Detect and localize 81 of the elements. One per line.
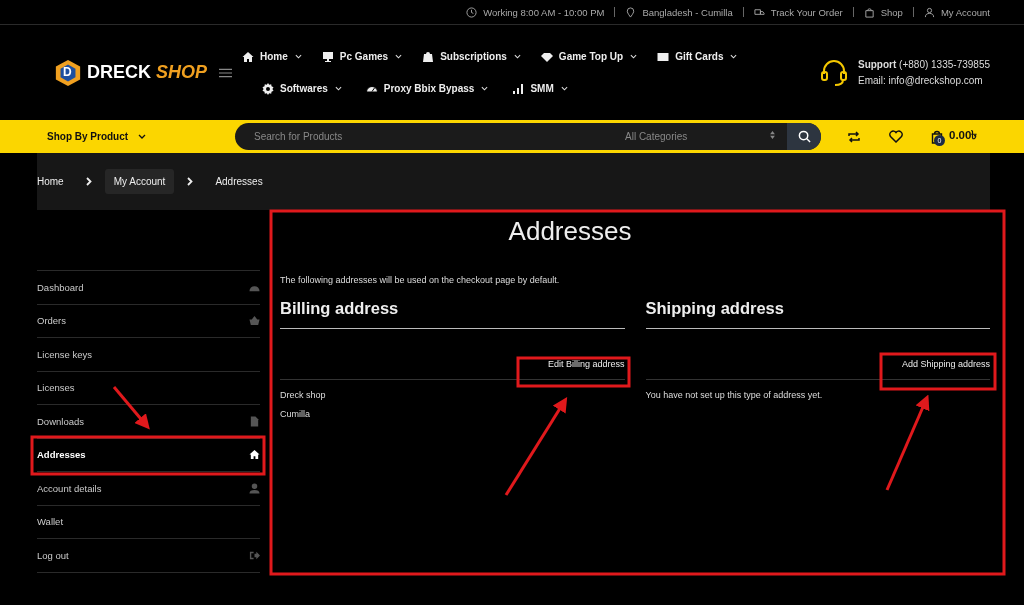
nav-menu-item[interactable]: Softwares: [262, 82, 342, 95]
bar-chart-icon: [512, 82, 525, 95]
breadcrumb-link[interactable]: Addresses: [206, 169, 272, 194]
chevron-right-icon: [187, 177, 194, 186]
shop-by-product-dropdown[interactable]: Shop By Product: [47, 131, 197, 142]
logo-hexagon-icon: [54, 58, 82, 87]
search-field[interactable]: Search for Products: [235, 130, 625, 143]
file-icon: [249, 415, 260, 427]
address-text: You have not set up this type of address yet.: [645, 390, 824, 400]
sidebar-menu-item[interactable]: Account details: [37, 472, 260, 506]
category-select[interactable]: All Categories: [625, 131, 787, 142]
clock-icon: [466, 6, 478, 18]
sidebar-menu-item[interactable]: License keys: [37, 338, 260, 372]
address-text: Cumilla: [280, 409, 311, 419]
caret-icon: [630, 54, 638, 59]
diamond-icon: [540, 50, 553, 63]
caret-icon: [481, 86, 489, 91]
caret-icon: [730, 54, 738, 59]
sidebar-menu-item[interactable]: Dashboard: [37, 271, 260, 305]
logo-letter: D: [63, 64, 72, 79]
search-button[interactable]: [787, 123, 821, 150]
chevron-right-icon: [85, 177, 92, 186]
sidebar-menu-item[interactable]: Downloads: [37, 405, 260, 439]
breadcrumb-link[interactable]: My Account: [104, 169, 175, 194]
sidebar-menu-item[interactable]: Orders: [37, 304, 260, 338]
user-icon: [249, 482, 260, 494]
sidebar-menu-item[interactable]: Licenses: [37, 371, 260, 405]
basket-icon: [249, 315, 260, 327]
house-icon: [242, 50, 254, 63]
intro-text: The following addresses will be used on the checkout page by default.: [280, 275, 561, 285]
nav-menu-item[interactable]: Gift Cards: [657, 50, 738, 63]
breadcrumb-link[interactable]: Home: [37, 169, 73, 194]
shopping-bag-icon: [422, 50, 435, 63]
nav-menu-item[interactable]: SMM: [512, 82, 568, 95]
topbar-link[interactable]: Shop: [880, 6, 903, 18]
card-icon: [657, 50, 670, 63]
cart-total[interactable]: 0.00৳: [949, 127, 978, 146]
topbar-link[interactable]: My Account: [940, 6, 990, 18]
logo-text[interactable]: SHOP: [156, 62, 208, 83]
headset-icon: [820, 57, 848, 88]
sidebar-menu-item[interactable]: Log out: [37, 539, 260, 573]
heart-icon[interactable]: [889, 130, 903, 143]
bag-icon: [863, 6, 875, 18]
nav-menu-item[interactable]: Home: [242, 50, 302, 63]
support-phone: Support (+880) 1335-739855: [858, 59, 990, 70]
up-down-arrows-icon: [770, 131, 775, 139]
gear-icon: [262, 82, 274, 95]
topbar-link[interactable]: Working 8:00 AM - 10:00 PM: [483, 6, 605, 18]
page-title: Addresses: [507, 216, 633, 247]
support-email: Email: info@dreckshop.com: [858, 75, 984, 86]
topbar-link[interactable]: Bangladesh - Cumilla: [642, 6, 733, 18]
address-action-link[interactable]: Edit Billing address: [547, 359, 625, 369]
house-icon: [249, 449, 260, 461]
address-heading: Shipping address: [645, 299, 990, 329]
caret-icon: [395, 54, 403, 59]
nav-menu-item[interactable]: Pc Games: [321, 50, 403, 63]
monitor-icon: [321, 50, 334, 63]
user-icon: [923, 6, 935, 18]
compare-icon[interactable]: [847, 129, 861, 144]
sidebar-menu-item[interactable]: Wallet: [37, 505, 260, 539]
menu-icon[interactable]: [219, 67, 233, 78]
sidebar-menu-item[interactable]: Addresses: [37, 438, 260, 472]
caret-icon: [513, 54, 521, 59]
caret-icon: [560, 86, 568, 91]
logo-text[interactable]: DRECK: [87, 62, 151, 83]
caret-icon: [334, 86, 342, 91]
location-pin-icon: [625, 6, 637, 18]
caret-icon: [138, 134, 147, 139]
topbar-link[interactable]: Track Your Order: [770, 6, 843, 18]
logout-icon: [249, 549, 260, 561]
address-action-link[interactable]: Add Shipping address: [901, 359, 990, 369]
search-icon: [797, 130, 811, 143]
address-text: Dreck shop: [280, 390, 327, 400]
nav-menu-item[interactable]: Game Top Up: [540, 50, 638, 63]
address-heading: Billing address: [280, 299, 625, 329]
caret-icon: [294, 54, 302, 59]
nav-menu-item[interactable]: Proxy Bbix Bypass: [365, 82, 489, 95]
nav-menu-item[interactable]: Subscriptions: [422, 50, 521, 63]
truck-icon: [753, 6, 765, 18]
search-bar[interactable]: Search for Products All Categories: [235, 123, 821, 150]
annotation-arrow: [112, 386, 150, 430]
